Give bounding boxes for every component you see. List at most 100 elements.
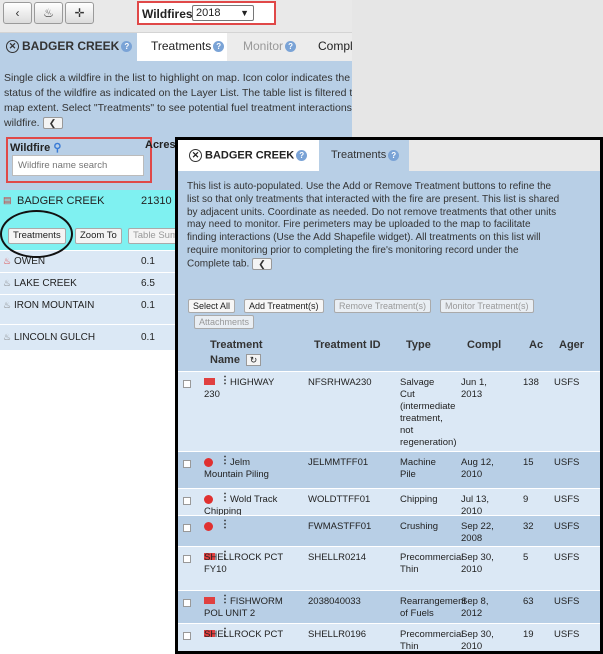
row-checkbox[interactable] xyxy=(183,555,191,563)
wildfire-search: Wildfire ⚲ xyxy=(6,137,152,183)
tab-bar: ✕ BADGER CREEK? Treatments? Monitor? Comp… xyxy=(0,33,352,61)
wildfire-search-input[interactable] xyxy=(12,155,144,176)
close-icon[interactable]: ✕ xyxy=(6,40,19,54)
row-checkbox[interactable] xyxy=(183,460,191,468)
intro-line: by adjacent units. Coordinate as needed.… xyxy=(187,206,557,218)
instruction-line: wildfire. xyxy=(4,117,40,129)
collapse-button[interactable]: ❮ xyxy=(252,257,273,270)
completed-date: Sep 22, 2008 xyxy=(461,521,494,544)
intro-line: This list is auto-populated. Use the Add… xyxy=(187,181,552,192)
treatment-id: NFSRHWA230 xyxy=(308,377,372,388)
col-acres[interactable]: Ac xyxy=(529,339,543,351)
wildfire-acres: 21310 xyxy=(141,195,172,207)
help-icon[interactable]: ? xyxy=(121,41,133,53)
treatment-agency: USFS xyxy=(554,521,580,532)
treatment-type: Machine Pile xyxy=(400,457,436,480)
row-checkbox[interactable] xyxy=(183,524,191,532)
dialog-tab-treatments[interactable]: Treatments? xyxy=(319,140,409,171)
treatment-name: SHELLROCK PCT xyxy=(204,629,284,640)
treatment-id: WOLDTTFF01 xyxy=(308,494,371,505)
tab-badger-creek[interactable]: ✕ BADGER CREEK? xyxy=(0,33,137,61)
intro-line: may need to monitor. Fire perimeters may… xyxy=(187,219,531,231)
help-icon[interactable]: ? xyxy=(213,41,225,53)
col-type[interactable]: Type xyxy=(406,339,431,351)
row-checkbox[interactable] xyxy=(183,632,191,640)
table-row[interactable]: ⋮ Jelm Mountain Piling JELMMTFF01 Machine Pil… xyxy=(178,451,600,488)
year-select[interactable]: 2018 ▼ xyxy=(192,5,254,21)
instruction-line: Single click a wildfire in the list to h… xyxy=(4,72,351,84)
help-icon[interactable]: ? xyxy=(296,150,308,161)
col-treatment-name-2[interactable]: Name xyxy=(210,354,240,366)
instruction-line: map extent. Select "Treatments" to see p… xyxy=(4,102,352,114)
table-row[interactable]: ⋮ HIGHWAY 230 NFSRHWA230 Salvage Cut (intermed… xyxy=(178,371,600,451)
fire-icon: ♨ xyxy=(3,278,12,288)
list-item[interactable]: ♨ LAKE CREEK 6.5 xyxy=(0,272,180,294)
tab-complete[interactable]: Comple xyxy=(307,33,352,61)
close-icon[interactable]: ✕ xyxy=(189,149,202,162)
treatment-agency: USFS xyxy=(554,377,580,388)
more-options-icon[interactable]: ⋮ xyxy=(220,519,230,531)
treatment-acres: 15 xyxy=(523,457,534,468)
chevron-left-icon: ‹ xyxy=(15,6,20,20)
list-item[interactable]: ♨ LINCOLN GULCH 0.1 xyxy=(0,324,180,350)
wildfire-layer-button[interactable]: ♨ xyxy=(34,2,63,24)
col-agency[interactable]: Ager xyxy=(559,339,584,351)
tab-monitor[interactable]: Monitor? xyxy=(227,33,307,61)
table-row[interactable]: ⋮ FISHWORM POL UNIT 2 2038040033 Rearrangeme… xyxy=(178,590,600,623)
wildfire-year-selector: Wildfires 2018 ▼ xyxy=(137,1,276,25)
pan-button[interactable]: ✛ xyxy=(65,2,94,24)
collapse-button[interactable]: ❮ xyxy=(42,117,63,130)
select-all-button[interactable]: Select All xyxy=(188,299,236,313)
treatment-name: SHELLROCK PCT FY10 xyxy=(204,552,284,575)
attachments-button[interactable]: Attachments xyxy=(194,315,255,329)
completed-date: Sep 8, 2012 xyxy=(461,596,489,619)
row-checkbox[interactable] xyxy=(183,380,191,388)
fire-icon: ▤ xyxy=(3,195,12,205)
table-summary-button[interactable]: Table Sum xyxy=(128,228,180,244)
toolbar: ‹ ♨ ✛ Wildfires 2018 ▼ xyxy=(0,0,352,33)
zoom-to-button[interactable]: Zoom To xyxy=(75,228,122,244)
monitor-treatment-button[interactable]: Monitor Treatment(s) xyxy=(440,299,534,313)
row-checkbox[interactable] xyxy=(183,599,191,607)
instructions-text: Single click a wildfire in the list to h… xyxy=(4,71,352,131)
intro-line: Complete tab. xyxy=(187,258,250,270)
treatment-agency: USFS xyxy=(554,457,580,468)
remove-treatment-button[interactable]: Remove Treatment(s) xyxy=(334,299,432,313)
add-treatment-button[interactable]: Add Treatment(s) xyxy=(244,299,324,313)
col-treatment-name[interactable]: Treatment xyxy=(210,339,263,351)
completed-date: Jun 1, 2013 xyxy=(461,377,487,400)
treatment-agency: USFS xyxy=(554,552,580,563)
fire-icon: ♨ xyxy=(3,256,12,266)
treatment-acres: 32 xyxy=(523,521,534,532)
wildfires-label: Wildfires xyxy=(142,7,193,21)
tab-label: BADGER CREEK xyxy=(22,39,120,53)
wildfire-search-label: Wildfire ⚲ xyxy=(10,142,62,154)
treatment-id: SHELLR0214 xyxy=(308,552,367,563)
dialog-tab-bar: ✕ BADGER CREEK? Treatments? xyxy=(178,140,600,171)
treatment-acres: 9 xyxy=(523,494,529,505)
help-icon[interactable]: ? xyxy=(285,41,297,53)
refresh-icon[interactable]: ↻ xyxy=(246,354,261,366)
acres-column-header[interactable]: Acres xyxy=(145,139,176,151)
col-treatment-id[interactable]: Treatment ID xyxy=(314,339,381,351)
treatment-type: Precommercial Thin xyxy=(400,629,464,652)
completed-date: Sep 30, 2010 xyxy=(461,629,494,652)
table-row[interactable]: ⋮ FWMASTFF01 Crushing Sep 22, 2008 32 USFS xyxy=(178,515,600,546)
row-checkbox[interactable] xyxy=(183,497,191,505)
treatment-acres: 63 xyxy=(523,596,534,607)
help-icon[interactable]: ? xyxy=(388,149,400,161)
list-item[interactable]: ♨ IRON MOUNTAIN 0.1 xyxy=(0,294,180,324)
treatment-acres: 5 xyxy=(523,552,529,563)
treatment-name: Jelm Mountain Piling xyxy=(204,457,269,480)
wildfire-name: BADGER CREEK xyxy=(17,195,105,207)
treatment-type: Precommercial Thin xyxy=(400,552,464,575)
back-button[interactable]: ‹ xyxy=(3,2,32,24)
table-row[interactable]: ⋮ Wold Track Chipping WOLDTTFF01 Chipping Jul… xyxy=(178,488,600,517)
treatment-name: FISHWORM POL UNIT 2 xyxy=(204,596,283,619)
dialog-tab-badger-creek[interactable]: ✕ BADGER CREEK? xyxy=(178,140,319,171)
table-row[interactable]: ⋮ SHELLROCK PCT FY10 SHELLR0214 Precommercia… xyxy=(178,546,600,590)
col-completed[interactable]: Compl xyxy=(467,339,501,351)
table-row[interactable]: ⋮ SHELLROCK PCT SHELLR0196 Precommercial Thi… xyxy=(178,623,600,652)
tab-treatments[interactable]: Treatments? xyxy=(137,33,227,61)
completed-date: Aug 12, 2010 xyxy=(461,457,494,480)
